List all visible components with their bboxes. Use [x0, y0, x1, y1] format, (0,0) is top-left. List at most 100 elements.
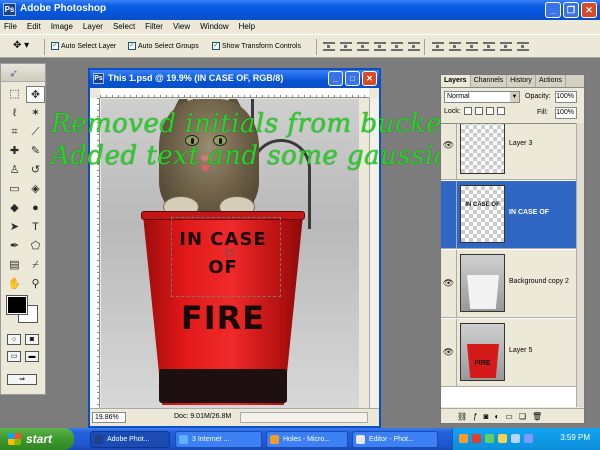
transform-bounding-box[interactable] — [171, 217, 281, 297]
path-selection-tool-icon[interactable]: ➤ — [5, 219, 24, 236]
document-size[interactable]: Doc: 9.01M/26.8M — [174, 413, 231, 420]
quick-mask-mode-icon[interactable]: ◙ — [25, 334, 39, 345]
eye-icon[interactable]: 👁 — [441, 124, 457, 179]
zoom-level-field[interactable]: 19.86% — [92, 412, 126, 423]
fill-field[interactable]: 100% — [555, 107, 577, 119]
distribute-left-icon[interactable] — [483, 42, 495, 51]
opacity-field[interactable]: 100% — [555, 91, 577, 103]
document-minimize-button[interactable]: _ — [328, 71, 343, 86]
menu-file[interactable]: File — [4, 20, 17, 34]
tray-app-icon[interactable] — [459, 434, 468, 443]
layer-mask-icon[interactable]: ◙ — [484, 412, 489, 421]
start-button[interactable]: start — [0, 428, 74, 450]
slice-tool-icon[interactable]: ⟋ — [26, 124, 45, 141]
menu-help[interactable]: Help — [239, 20, 255, 34]
document-close-button[interactable]: ✕ — [362, 71, 377, 86]
align-vertical-center-icon[interactable] — [340, 42, 352, 51]
distribute-right-icon[interactable] — [517, 42, 529, 51]
lock-transparency-icon[interactable] — [463, 107, 472, 115]
layers-scrollbar[interactable] — [576, 123, 584, 407]
tray-bluetooth-icon[interactable] — [524, 434, 533, 443]
eyedropper-tool-icon[interactable]: ⌿ — [26, 257, 45, 274]
lock-all-icon[interactable] — [496, 107, 505, 115]
history-brush-tool-icon[interactable]: ↺ — [26, 162, 45, 179]
lasso-tool-icon[interactable]: ℓ — [5, 105, 24, 122]
link-layers-icon[interactable]: ⛓ — [457, 412, 467, 421]
adjustment-layer-icon[interactable]: ◐ — [494, 412, 499, 421]
clone-stamp-tool-icon[interactable]: ♙ — [5, 162, 24, 179]
marquee-tool-icon[interactable]: ⬚ — [5, 86, 24, 103]
magic-wand-tool-icon[interactable]: ✶ — [26, 105, 45, 122]
tab-channels[interactable]: Channels — [471, 75, 508, 87]
menu-select[interactable]: Select — [113, 20, 135, 34]
blur-tool-icon[interactable]: ◆ — [5, 200, 24, 217]
align-top-icon[interactable] — [323, 42, 335, 51]
tab-history[interactable]: History — [507, 75, 536, 87]
auto-select-groups-checkbox[interactable]: Auto Select Groups — [128, 40, 199, 50]
distribute-top-icon[interactable] — [432, 42, 444, 51]
eye-icon[interactable]: 👁 — [441, 250, 457, 317]
eye-icon[interactable]: 👁 — [441, 319, 457, 386]
healing-brush-tool-icon[interactable]: ✚ — [5, 143, 24, 160]
dodge-tool-icon[interactable]: ● — [26, 200, 45, 217]
transform-center-point[interactable] — [225, 249, 233, 257]
type-tool-icon[interactable]: T — [26, 219, 45, 236]
tab-layers[interactable]: Layers — [441, 75, 471, 87]
align-bottom-icon[interactable] — [357, 42, 369, 51]
align-horizontal-center-icon[interactable] — [391, 42, 403, 51]
layer-row-selected[interactable]: IN CASE OF IN CASE OF — [441, 181, 584, 249]
auto-select-layer-checkbox[interactable]: Auto Select Layer — [51, 40, 116, 50]
taskbar-item-editor[interactable]: Editor - Phot... — [352, 431, 438, 448]
menu-image[interactable]: Image — [51, 20, 73, 34]
lock-position-icon[interactable] — [485, 107, 494, 115]
show-transform-controls-checkbox[interactable]: Show Transform Controls — [212, 40, 301, 50]
eraser-tool-icon[interactable]: ▭ — [5, 181, 24, 198]
taskbar-item-photoshop[interactable]: Adobe Phot... — [90, 431, 170, 448]
screen-mode-full-icon[interactable]: ▬ — [25, 351, 39, 362]
new-group-icon[interactable]: ▭ — [505, 412, 513, 421]
jump-to-imageready-icon[interactable]: ⇒ — [7, 374, 37, 385]
standard-mode-icon[interactable]: ○ — [7, 334, 21, 345]
notes-tool-icon[interactable]: ▤ — [5, 257, 24, 274]
layer-row[interactable]: 👁 FIRE Layer 5 — [441, 319, 584, 387]
paint-bucket-tool-icon[interactable]: ◈ — [26, 181, 45, 198]
tab-actions[interactable]: Actions — [536, 75, 566, 87]
hand-tool-icon[interactable]: ✋ — [5, 276, 24, 293]
tray-volume-icon[interactable] — [511, 434, 520, 443]
foreground-color-swatch[interactable] — [6, 295, 28, 315]
screen-mode-standard-icon[interactable]: ▭ — [7, 351, 21, 362]
menu-filter[interactable]: Filter — [145, 20, 163, 34]
layer-row[interactable]: 👁 Background copy 2 — [441, 250, 584, 318]
distribute-bottom-icon[interactable] — [466, 42, 478, 51]
menu-window[interactable]: Window — [200, 20, 228, 34]
new-layer-icon[interactable]: ❏ — [519, 412, 526, 421]
tray-security-icon[interactable] — [472, 434, 481, 443]
minimize-button[interactable]: _ — [545, 2, 561, 18]
taskbar-item-internet-explorer[interactable]: 3 Internet ... — [175, 431, 262, 448]
layer-style-icon[interactable]: ƒ — [473, 412, 477, 421]
horizontal-scrollbar[interactable] — [240, 412, 368, 423]
move-tool-icon[interactable]: ✥ — [26, 86, 45, 103]
document-maximize-button[interactable]: □ — [345, 71, 360, 86]
clock[interactable]: 3:59 PM — [560, 433, 590, 442]
close-button[interactable]: ✕ — [581, 2, 597, 18]
crop-tool-icon[interactable]: ⌗ — [5, 124, 24, 141]
visibility-toggle[interactable] — [441, 181, 457, 248]
menu-layer[interactable]: Layer — [83, 20, 103, 34]
tray-messenger-icon[interactable] — [498, 434, 507, 443]
menu-edit[interactable]: Edit — [27, 20, 41, 34]
tray-network-icon[interactable] — [485, 434, 494, 443]
distribute-center-icon[interactable] — [449, 42, 461, 51]
layer-row[interactable]: 👁 Layer 3 — [441, 124, 584, 180]
move-tool-preset-picker[interactable]: ✥ ▾ — [13, 40, 39, 54]
distribute-hcenter-icon[interactable] — [500, 42, 512, 51]
align-right-icon[interactable] — [408, 42, 420, 51]
taskbar-item-holes[interactable]: Holes - Micro... — [266, 431, 348, 448]
align-left-icon[interactable] — [374, 42, 386, 51]
zoom-tool-icon[interactable]: ⚲ — [26, 276, 45, 293]
trash-icon[interactable]: 🗑 — [532, 412, 542, 421]
menu-view[interactable]: View — [173, 20, 190, 34]
restore-button[interactable]: ❐ — [563, 2, 579, 18]
pen-tool-icon[interactable]: ✒ — [5, 238, 24, 255]
shape-tool-icon[interactable]: ⬠ — [26, 238, 45, 255]
